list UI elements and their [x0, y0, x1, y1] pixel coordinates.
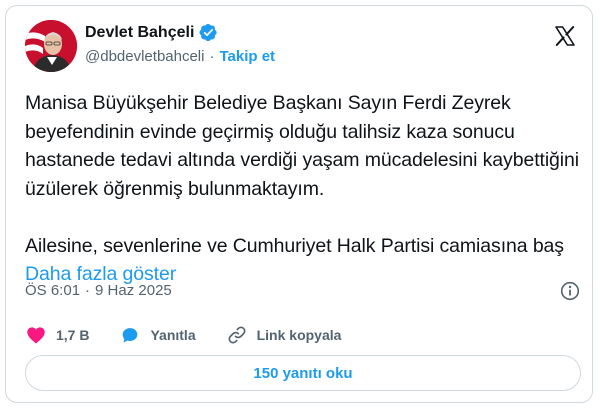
read-replies-label: 150 yanıtı oku	[253, 364, 353, 382]
like-button[interactable]: 1,7 B	[25, 324, 89, 346]
reply-button[interactable]: Yanıtla	[119, 324, 196, 346]
reply-bubble-icon	[123, 328, 138, 343]
tweet-date: 9 Haz 2025	[95, 282, 172, 299]
tweet-text: Manisa Büyükşehir Belediye Başkanı Sayın…	[25, 89, 585, 289]
link-icon	[228, 326, 246, 344]
like-count: 1,7 B	[56, 327, 90, 343]
reply-label: Yanıtla	[150, 327, 196, 343]
tweet-time: ÖS 6:01	[25, 282, 81, 299]
tweet-actions: 1,7 B Yanıtla Link kopyala	[25, 320, 371, 350]
tweet-paragraph-2: Ailesine, sevenlerine ve Cumhuriyet Halk…	[25, 232, 585, 289]
handle-separator: ·	[209, 48, 215, 65]
follow-button[interactable]: Takip et	[219, 48, 275, 65]
copy-link-label: Link kopyala	[256, 327, 342, 343]
tweet-card[interactable]: Devlet Bahçeli @dbdevletbahceli · Takip …	[5, 5, 593, 403]
author-name-row: Devlet Bahçeli	[85, 23, 218, 42]
timestamp-separator: ·	[85, 282, 91, 299]
tweet-paragraph-1: Manisa Büyükşehir Belediye Başkanı Sayın…	[25, 92, 580, 200]
avatar-image	[25, 20, 77, 72]
copy-link-button[interactable]: Link kopyala	[226, 324, 342, 346]
tweet-timestamp[interactable]: ÖS 6:01 · 9 Haz 2025	[25, 282, 172, 299]
read-replies-button[interactable]: 150 yanıtı oku	[25, 355, 581, 391]
info-icon[interactable]	[560, 281, 580, 301]
tweet-paragraph-2-text: Ailesine, sevenlerine ve Cumhuriyet Halk…	[25, 234, 564, 257]
x-logo-icon[interactable]	[553, 24, 577, 48]
author-handle[interactable]: @dbdevletbahceli	[85, 48, 204, 65]
heart-icon	[27, 327, 45, 344]
avatar[interactable]	[25, 20, 77, 72]
verified-badge-icon	[199, 23, 218, 42]
author-name[interactable]: Devlet Bahçeli	[85, 24, 194, 42]
author-handle-row: @dbdevletbahceli · Takip et	[85, 48, 275, 65]
